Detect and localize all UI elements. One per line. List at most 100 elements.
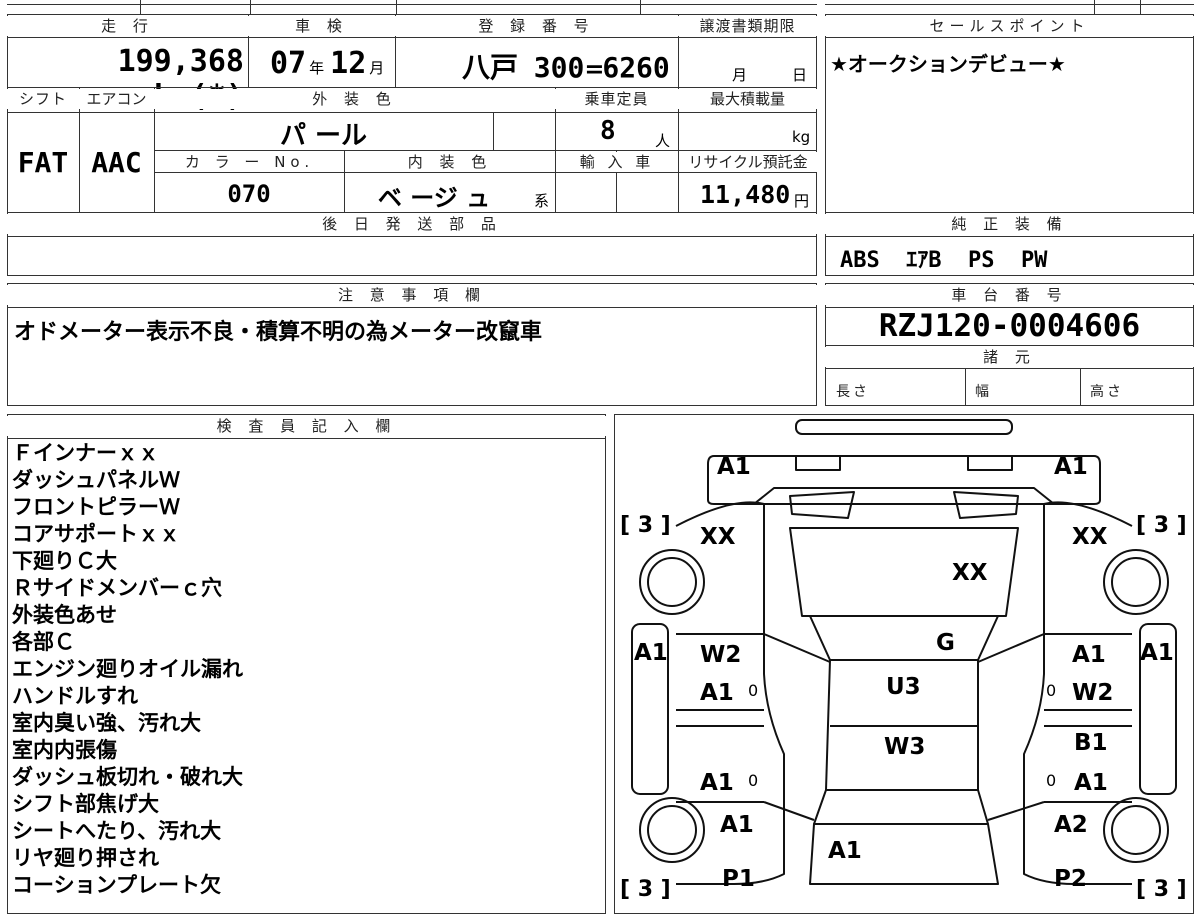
inspection-year: 07 [270,46,307,81]
row-divider [7,112,817,113]
inspector-label: 検 査 員 記 入 欄 [7,416,606,436]
inspector-line: コーションプレート欠 [12,873,221,897]
row-divider [7,236,817,237]
row-divider [7,37,817,38]
damage-mark-right-front-door-top: A1 [1072,642,1106,668]
damage-mark-right-rear-bumper: P2 [1054,866,1087,892]
inspector-line: 外装色あせ [12,603,117,627]
registration-area: 八戸 [462,51,519,84]
damage-mark-left-front-door-bottom: A1 [700,680,734,706]
registration-label: 登 録 番 号 [395,16,678,36]
top-edge-divider [1140,0,1141,14]
length-label: 長さ [836,384,870,400]
inspector-line: ダッシュ板切れ・破れ大 [12,765,243,789]
car-diagram: A1 A1 [ 3 ] [ 3 ] XX XX XX G W2 A1 U3 W3 A1 W2 A1 A1 B1 A… [620,419,1187,900]
inspector-line: コアサポートｘｘ [12,522,180,546]
col-divider [493,112,494,150]
sales-point-label: セールスポイント [825,16,1194,36]
damage-mark-left-front-door-zero: 0 [748,681,758,700]
chassis-number: RZJ120-0004606 [878,308,1141,344]
recycle-unit: 円 [794,192,810,210]
exterior-color-value: パ ール [279,121,368,151]
damage-mark-roof-front: U3 [886,674,921,700]
left-rear-wheel [639,797,705,863]
inspector-line: 室内臭い強、汚れ大 [12,711,201,735]
top-edge-divider [396,0,397,14]
capacity-label: 乗車定員 [555,89,678,109]
capacity-unit: 人 [655,132,671,150]
damage-mark-left-front-fender: XX [700,524,736,550]
recycle-value: 11,480 [700,180,791,209]
later-parts-label: 後 日 発 送 部 品 [7,214,817,234]
inspector-line: シートへたり、汚れ大 [12,819,222,843]
inspector-line: ダッシュパネルＷ [12,468,180,492]
damage-mark-right-rear-door-zero: 0 [1046,771,1056,790]
damage-mark-left-side-front: A1 [634,640,668,666]
row-divider [825,212,1194,213]
registration-separator: = [584,55,605,83]
row-divider [154,172,817,173]
month-unit: 月 [369,59,385,77]
row-divider [7,87,817,88]
inspection-date: 07 年 12 月 [270,46,384,81]
row-divider [825,368,1194,369]
damage-mark-right-rear-wheel-count: [ 3 ] [1136,877,1187,900]
row-divider [825,345,1194,346]
shift-label: シフト [7,89,79,109]
max-load-unit: kg [792,128,811,146]
interior-color-suffix: 系 [534,192,550,210]
inspector-line: 室内内張傷 [12,738,117,762]
damage-mark-right-front-fender: XX [1072,524,1108,550]
front-panel-outline [707,455,1101,505]
row-divider [825,236,1194,237]
damage-mark-left-rear-door-bottom: A1 [700,770,734,796]
year-unit: 年 [309,59,325,77]
chassis-label: 車 台 番 号 [825,285,1194,305]
sales-point-text: ★オークションデビュー★ [830,52,1066,76]
inspector-line: リヤ廻り押され [12,846,159,870]
capacity-value: 8 [600,116,616,146]
recycle-label: リサイクル預託金 [679,152,817,172]
damage-mark-left-front-wheel-count: [ 3 ] [620,513,671,538]
transfer-deadline-label: 譲渡書類期限 [678,16,817,36]
exterior-color-label: 外 装 色 [154,89,555,109]
top-edge [825,4,1194,5]
import-label: 輸 入 車 [556,152,678,172]
damage-mark-windshield: G [936,630,955,656]
inspector-line: シフト部焦げ大 [12,792,159,816]
registration-class: 300 [533,51,585,84]
damage-mark-right-rear-fender: A2 [1054,812,1088,838]
inspector-line: 下廻りＣ大 [12,549,117,573]
damage-mark-right-rear-door-top: B1 [1074,730,1108,756]
row-divider [825,37,1194,38]
damage-mark-left-rear-door-zero: 0 [748,771,758,790]
left-headlight-outline [795,455,841,471]
notes-label: 注 意 事 項 欄 [7,285,817,305]
inspector-line: エンジン廻りオイル漏れ [12,657,243,681]
right-rear-wheel [1103,797,1169,863]
inspection-month: 12 [330,46,367,81]
col-divider [1080,368,1081,406]
top-edge-divider [250,0,251,14]
damage-mark-rear-panel: A1 [828,838,862,864]
col-divider [965,368,966,406]
row-divider [7,438,606,439]
damage-mark-front-left-corner: A1 [717,454,751,480]
top-edge-divider [1094,0,1095,14]
top-edge-divider [140,0,141,14]
damage-mark-front-right-corner: A1 [1054,454,1088,480]
right-front-wheel [1103,549,1169,615]
ac-label: エアコン [79,89,154,109]
shift-value: FAT [17,146,69,179]
inspector-line: ハンドルすれ [12,684,138,708]
right-headlight-outline [967,455,1013,471]
ac-value: AAC [91,146,142,179]
damage-mark-left-front-door-top: W2 [700,642,741,668]
height-label: 高さ [1090,384,1124,400]
interior-color-value: ベ ージ ュ [377,184,491,212]
damage-mark-left-rear-wheel-count: [ 3 ] [620,877,671,900]
damage-mark-left-rear-fender: A1 [720,812,754,838]
transfer-day-unit: 日 [792,66,808,84]
max-load-label: 最大積載量 [678,89,817,109]
damage-mark-right-rear-door-bottom: A1 [1074,770,1108,796]
